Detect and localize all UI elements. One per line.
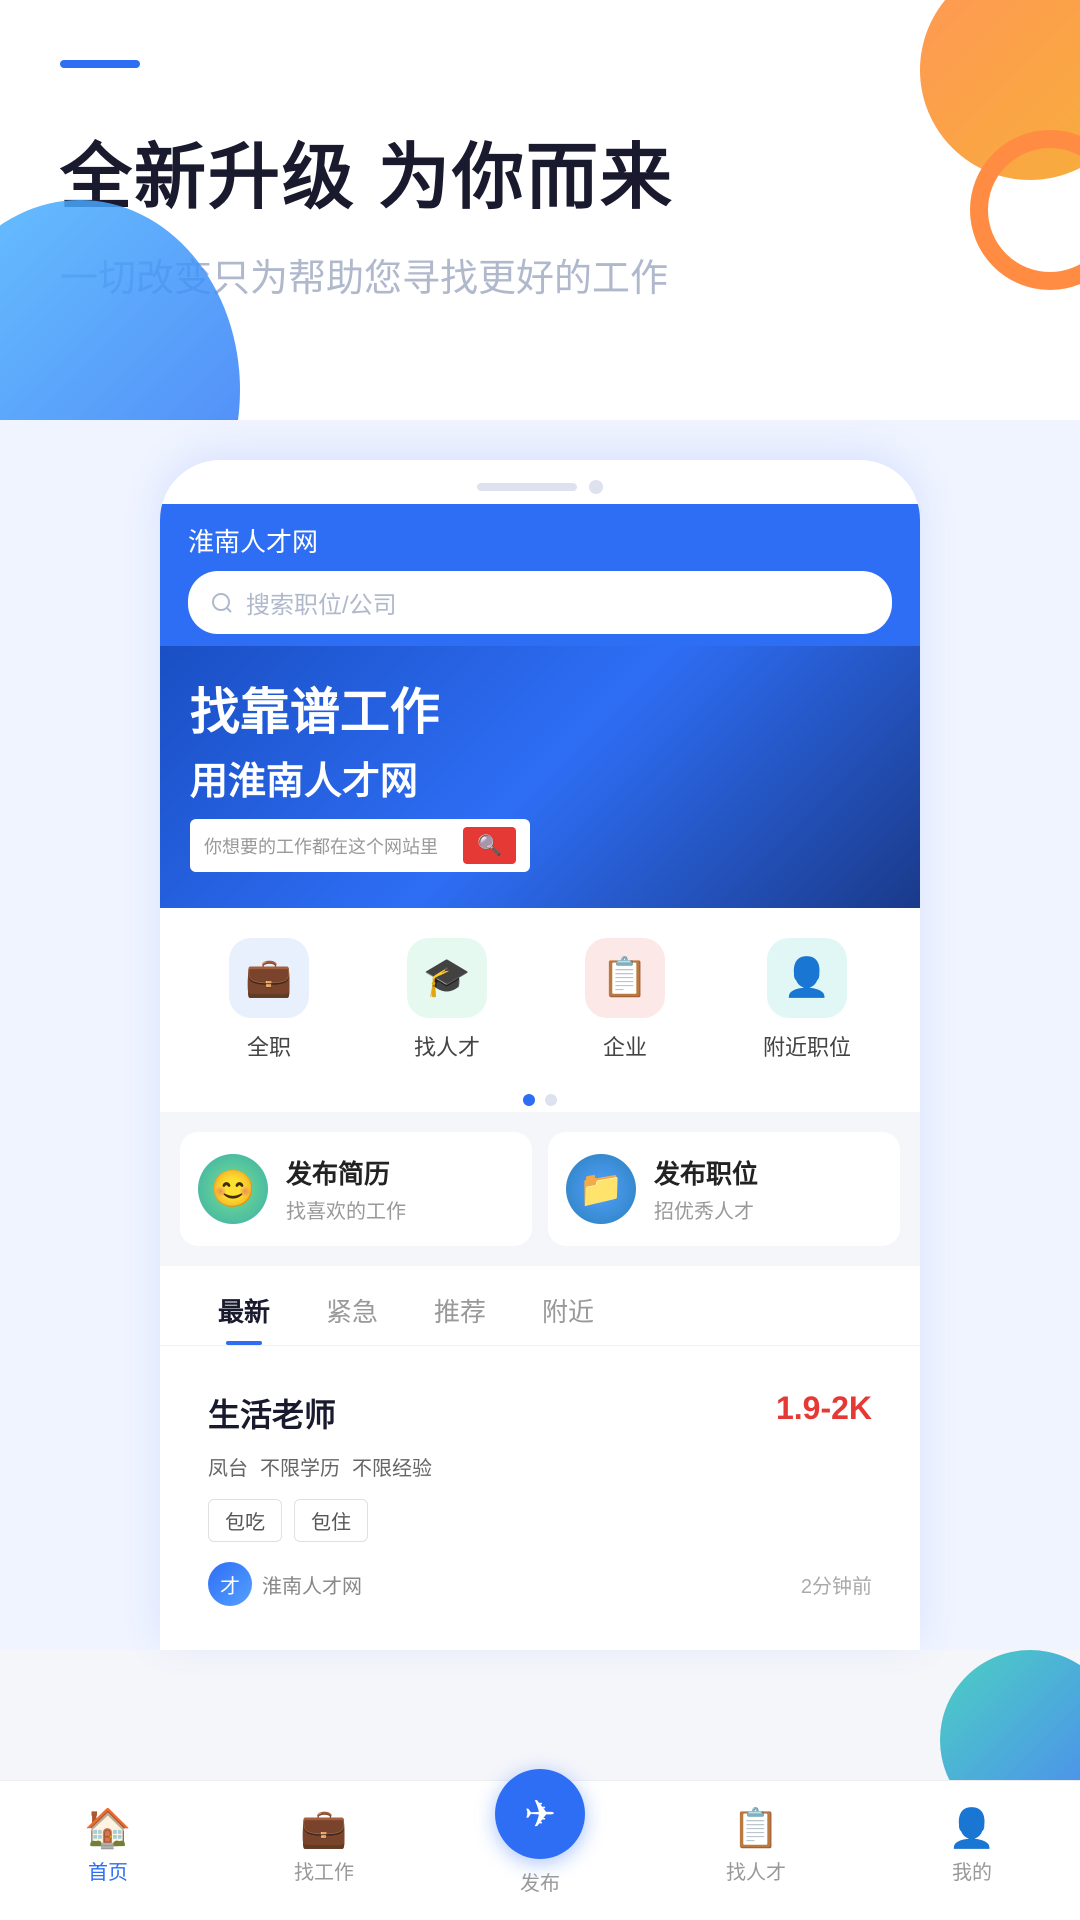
nav-home[interactable]: 🏠 首页 bbox=[0, 1810, 216, 1885]
nav-publish-label: 发布 bbox=[520, 1867, 560, 1896]
job-experience: 不限经验 bbox=[352, 1452, 432, 1481]
quick-actions: 😊 发布简历 找喜欢的工作 📁 发布职位 招优秀人才 bbox=[160, 1112, 920, 1266]
job-card-footer: 才 淮南人才网 2分钟前 bbox=[208, 1562, 872, 1606]
banner-search-button[interactable]: 🔍 bbox=[463, 827, 516, 864]
category-label-fujin: 附近职位 bbox=[763, 1030, 851, 1062]
category-item-quanzhi[interactable]: 💼 全职 bbox=[229, 938, 309, 1062]
search-placeholder: 搜索职位/公司 bbox=[246, 585, 397, 620]
top-bar-line bbox=[60, 60, 140, 68]
banner-label: 你想要的工作都在这个网站里 bbox=[204, 833, 463, 859]
category-icon-quanzhi: 💼 bbox=[229, 938, 309, 1018]
job-card[interactable]: 生活老师 1.9-2K 凤台 不限学历 不限经验 包吃 包住 才 淮南人才网 2… bbox=[180, 1362, 900, 1634]
publish-icon: ✈ bbox=[524, 1792, 556, 1837]
tab-latest[interactable]: 最新 bbox=[190, 1276, 298, 1345]
job-card-header: 生活老师 1.9-2K bbox=[208, 1390, 872, 1436]
tab-row: 最新 紧急 推荐 附近 bbox=[160, 1266, 920, 1346]
tab-urgent[interactable]: 紧急 bbox=[298, 1276, 406, 1345]
bottom-nav: 🏠 首页 💼 找工作 ✈ 发布 📋 找人才 👤 我的 bbox=[0, 1780, 1080, 1920]
nav-home-label: 首页 bbox=[88, 1856, 128, 1885]
resume-title: 发布简历 bbox=[286, 1154, 406, 1191]
benefit-meal: 包吃 bbox=[208, 1499, 282, 1542]
phone-notch-bar bbox=[160, 460, 920, 504]
app-header: 淮南人才网 搜索职位/公司 bbox=[160, 504, 920, 646]
phone-mockup-wrapper: 淮南人才网 搜索职位/公司 找靠谱工作 用淮南人才网 你想要的工作都在这个网站里… bbox=[0, 420, 1080, 1650]
search-bar[interactable]: 搜索职位/公司 bbox=[188, 571, 892, 634]
category-item-fujin[interactable]: 👤 附近职位 bbox=[763, 938, 851, 1062]
job-icon: 📁 bbox=[566, 1154, 636, 1224]
notch-dot bbox=[589, 480, 603, 494]
banner: 找靠谱工作 用淮南人才网 你想要的工作都在这个网站里 🔍 bbox=[160, 646, 920, 908]
job-salary: 1.9-2K bbox=[776, 1390, 872, 1427]
nav-find-talent[interactable]: 📋 找人才 bbox=[648, 1810, 864, 1885]
banner-text-main: 找靠谱工作 bbox=[190, 682, 890, 742]
headline: 全新升级 为你而来 bbox=[60, 118, 1020, 223]
post-time: 2分钟前 bbox=[801, 1570, 872, 1599]
category-icon-qiye: 📋 bbox=[585, 938, 665, 1018]
talent-icon: 📋 bbox=[732, 1810, 779, 1848]
job-tags-row: 凤台 不限学历 不限经验 bbox=[208, 1452, 872, 1481]
banner-text-sub: 用淮南人才网 bbox=[190, 750, 890, 805]
category-item-qiye[interactable]: 📋 企业 bbox=[585, 938, 665, 1062]
tab-nearby[interactable]: 附近 bbox=[514, 1276, 622, 1345]
job-benefits: 包吃 包住 bbox=[208, 1499, 872, 1542]
job-location: 凤台 bbox=[208, 1452, 248, 1481]
top-section: 全新升级 为你而来 一切改变只为帮助您寻找更好的工作 bbox=[0, 0, 1080, 420]
category-label-quanzhi: 全职 bbox=[247, 1030, 291, 1062]
resume-text: 发布简历 找喜欢的工作 bbox=[286, 1154, 406, 1224]
category-label-qiye: 企业 bbox=[603, 1030, 647, 1062]
quick-card-job[interactable]: 📁 发布职位 招优秀人才 bbox=[548, 1132, 900, 1246]
company-logo: 才 bbox=[208, 1562, 252, 1606]
tab-recommend[interactable]: 推荐 bbox=[406, 1276, 514, 1345]
publish-button[interactable]: ✈ bbox=[495, 1769, 585, 1859]
deco-circle-left bbox=[0, 200, 240, 420]
job-title: 生活老师 bbox=[208, 1390, 336, 1436]
job-title-quick: 发布职位 bbox=[654, 1154, 758, 1191]
nav-profile-label: 我的 bbox=[952, 1856, 992, 1885]
dots-row bbox=[160, 1082, 920, 1112]
nav-find-job[interactable]: 💼 找工作 bbox=[216, 1810, 432, 1885]
nav-find-talent-label: 找人才 bbox=[726, 1856, 786, 1885]
company-name: 淮南人才网 bbox=[262, 1570, 362, 1599]
dot-1 bbox=[523, 1094, 535, 1106]
app-header-title: 淮南人才网 bbox=[188, 522, 892, 559]
profile-icon: 👤 bbox=[948, 1810, 995, 1848]
banner-search-inline[interactable]: 你想要的工作都在这个网站里 🔍 bbox=[190, 819, 530, 872]
category-icon-fujin: 👤 bbox=[767, 938, 847, 1018]
quick-card-resume[interactable]: 😊 发布简历 找喜欢的工作 bbox=[180, 1132, 532, 1246]
category-label-zhaorencai: 找人才 bbox=[414, 1030, 480, 1062]
notch-line bbox=[477, 483, 577, 491]
nav-profile[interactable]: 👤 我的 bbox=[864, 1810, 1080, 1885]
briefcase-icon: 💼 bbox=[300, 1810, 347, 1848]
search-btn-icon: 🔍 bbox=[477, 835, 502, 857]
category-icon-zhaorencai: 🎓 bbox=[407, 938, 487, 1018]
footer-company: 才 淮南人才网 bbox=[208, 1562, 362, 1606]
job-text: 发布职位 招优秀人才 bbox=[654, 1154, 758, 1224]
search-icon bbox=[210, 591, 234, 615]
phone-mockup: 淮南人才网 搜索职位/公司 找靠谱工作 用淮南人才网 你想要的工作都在这个网站里… bbox=[160, 460, 920, 1650]
resume-desc: 找喜欢的工作 bbox=[286, 1195, 406, 1224]
nav-find-job-label: 找工作 bbox=[294, 1856, 354, 1885]
resume-icon: 😊 bbox=[198, 1154, 268, 1224]
category-item-zhaorencai[interactable]: 🎓 找人才 bbox=[407, 938, 487, 1062]
nav-publish[interactable]: ✈ 发布 bbox=[432, 1799, 648, 1896]
job-desc: 招优秀人才 bbox=[654, 1195, 758, 1224]
job-education: 不限学历 bbox=[260, 1452, 340, 1481]
category-row: 💼 全职 🎓 找人才 📋 企业 👤 附近职位 bbox=[160, 908, 920, 1082]
dot-2 bbox=[545, 1094, 557, 1106]
benefit-housing: 包住 bbox=[294, 1499, 368, 1542]
home-icon: 🏠 bbox=[84, 1810, 131, 1848]
